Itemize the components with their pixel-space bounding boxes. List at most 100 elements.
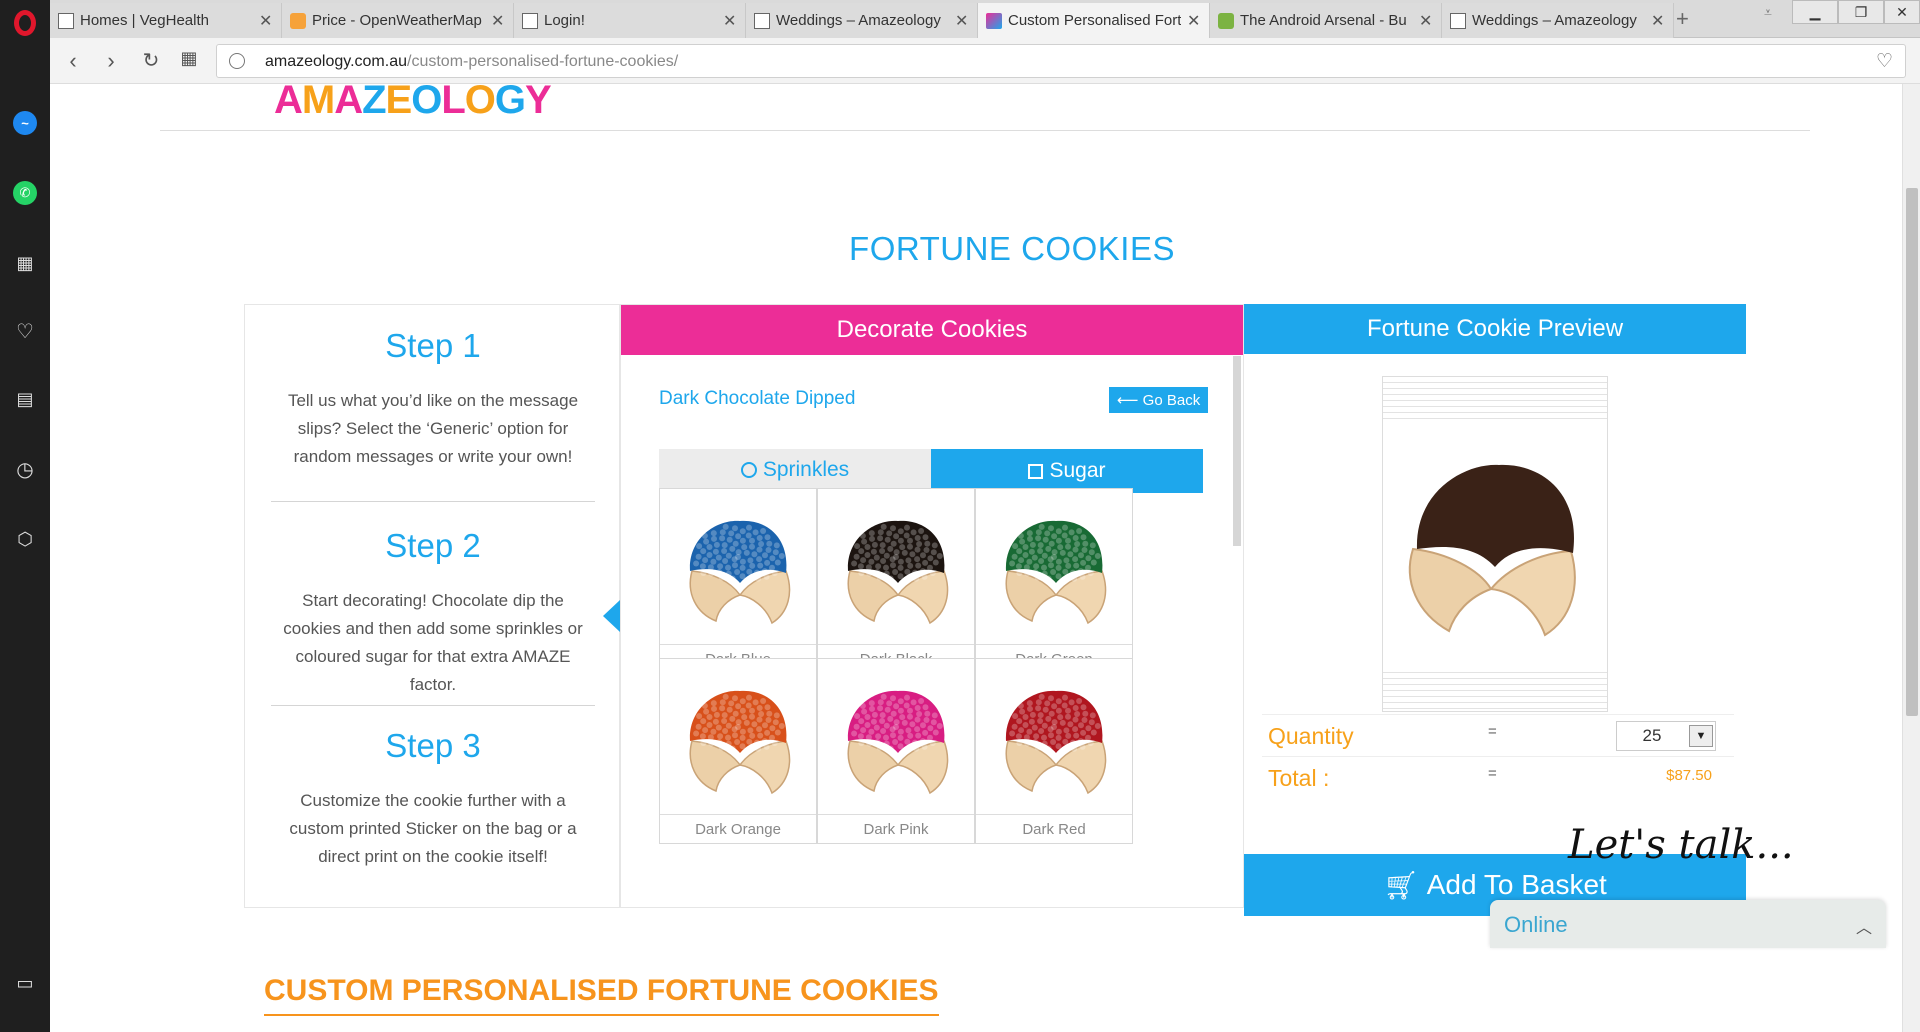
step-divider bbox=[271, 705, 595, 706]
checkbox-square-icon bbox=[1028, 463, 1044, 479]
cookie-option-card[interactable]: Dark Orange bbox=[659, 658, 817, 844]
total-label: Total : bbox=[1268, 765, 1330, 791]
cookie-image bbox=[818, 489, 974, 645]
opera-logo-icon[interactable] bbox=[12, 10, 38, 36]
cookie-option-label: Dark Red bbox=[1022, 820, 1086, 838]
scrollbar-thumb[interactable] bbox=[1906, 188, 1918, 716]
tab-sprinkles[interactable]: Sprinkles bbox=[659, 449, 931, 493]
chat-widget[interactable]: Online ︿ bbox=[1490, 900, 1886, 948]
quantity-label: Quantity bbox=[1268, 723, 1354, 749]
amazeology-logo[interactable]: AMAZEOLOGY bbox=[274, 84, 552, 123]
speed-dial-icon[interactable]: ▦ bbox=[12, 250, 38, 276]
tab-title: Custom Personalised Fortune Cookies bbox=[1008, 12, 1181, 29]
tab-grid-icon[interactable]: ▦ bbox=[176, 48, 202, 69]
sprinkle-cookie-icon bbox=[1005, 690, 1107, 794]
tab-label: Sugar bbox=[1049, 459, 1106, 482]
opera-sidebar: ~ ✆ ▦ ♡ ▤ ◷ ⬡ ▭ bbox=[0, 0, 50, 1032]
bookmark-heart-icon[interactable]: ♡ bbox=[1876, 50, 1893, 73]
close-icon[interactable]: ✕ bbox=[955, 11, 969, 31]
close-icon[interactable]: ✕ bbox=[1419, 11, 1433, 31]
step-text: Tell us what you’d like on the message s… bbox=[287, 391, 579, 466]
sprinkle-cookie-icon bbox=[689, 520, 791, 624]
url-text: amazeology.com.au/custom-personalised-fo… bbox=[265, 53, 679, 70]
close-icon[interactable]: ✕ bbox=[1187, 11, 1201, 31]
tab-bar: Homes | VegHealth ✕ Price - OpenWeatherM… bbox=[50, 0, 1920, 38]
preview-header: Fortune Cookie Preview bbox=[1244, 304, 1746, 354]
cookie-option-card[interactable]: Dark Red bbox=[975, 658, 1133, 844]
cookie-image bbox=[660, 659, 816, 815]
minimize-icon[interactable]: ▁ bbox=[1792, 0, 1838, 24]
close-icon[interactable]: ✕ bbox=[259, 11, 273, 31]
decoration-type-tabs: Sprinkles Sugar bbox=[659, 449, 1203, 493]
step-2: Step 2 Start decorating! Chocolate dip t… bbox=[271, 527, 595, 699]
chat-status: Online bbox=[1504, 912, 1568, 937]
cookie-option-card[interactable]: Dark Blue bbox=[659, 488, 817, 674]
cookie-option-label: Dark Pink bbox=[863, 820, 929, 838]
bag-bottom-stripes bbox=[1383, 667, 1607, 711]
step-title: Step 2 bbox=[385, 527, 481, 564]
url-field[interactable]: amazeology.com.au/custom-personalised-fo… bbox=[216, 44, 1906, 78]
logo-letter: M bbox=[301, 84, 335, 122]
step-3: Step 3 Customize the cookie further with… bbox=[271, 727, 595, 871]
tab-label: Sprinkles bbox=[762, 458, 850, 481]
window-close-icon[interactable]: ✕ bbox=[1884, 0, 1920, 24]
cookie-image bbox=[976, 659, 1132, 815]
sprinkle-cookie-icon bbox=[847, 520, 949, 624]
step-1: Step 1 Tell us what you’d like on the me… bbox=[271, 327, 595, 471]
decorate-panel: Decorate Cookies Dark Chocolate Dipped ⟵… bbox=[620, 304, 1244, 908]
cookie-image bbox=[660, 489, 816, 645]
page-title: FORTUNE COOKIES bbox=[849, 230, 1175, 267]
chat-prompt[interactable]: Let's talk... bbox=[1568, 822, 1794, 868]
tab-menu-icon[interactable]: ⩡ bbox=[1754, 0, 1782, 24]
forward-arrow-icon[interactable]: › bbox=[98, 48, 124, 74]
logo-letter: A bbox=[274, 84, 303, 122]
logo-letter: L bbox=[441, 84, 465, 122]
history-clock-icon[interactable]: ◷ bbox=[12, 456, 38, 482]
extensions-cube-icon[interactable]: ⬡ bbox=[12, 526, 38, 552]
sprinkle-cookie-icon bbox=[1005, 520, 1107, 624]
cookie-bag-preview bbox=[1382, 376, 1608, 712]
logo-letter: E bbox=[385, 84, 413, 122]
total-price: $87.50 bbox=[1666, 767, 1712, 784]
tab-fortune-cookies[interactable]: Custom Personalised Fortune Cookies ✕ bbox=[978, 3, 1210, 38]
tab-login[interactable]: Login! ✕ bbox=[514, 3, 746, 38]
cookie-image bbox=[818, 659, 974, 815]
close-icon[interactable]: ✕ bbox=[491, 11, 505, 31]
sidebar-toggle-icon[interactable]: ▭ bbox=[12, 970, 38, 996]
steps-panel: Step 1 Tell us what you’d like on the me… bbox=[244, 304, 620, 908]
tab-veghealth[interactable]: Homes | VegHealth ✕ bbox=[50, 3, 282, 38]
restore-icon[interactable]: ❐ bbox=[1838, 0, 1884, 24]
cookie-option-card[interactable]: Dark Black bbox=[817, 488, 975, 674]
globe-icon bbox=[229, 53, 245, 69]
quantity-value: 25 bbox=[1642, 726, 1662, 745]
cookie-option-card[interactable]: Dark Pink bbox=[817, 658, 975, 844]
tab-android-arsenal[interactable]: The Android Arsenal - Bu ✕ bbox=[1210, 3, 1442, 38]
news-icon[interactable]: ▤ bbox=[12, 386, 38, 412]
close-icon[interactable]: ✕ bbox=[1651, 11, 1665, 31]
quantity-select[interactable]: 25 ▼ bbox=[1616, 721, 1716, 751]
logo-letter: O bbox=[464, 84, 496, 122]
chevron-down-icon[interactable]: ▼ bbox=[1689, 725, 1713, 747]
tab-weddings[interactable]: Weddings – Amazeology ✕ bbox=[746, 3, 978, 38]
page-scrollbar[interactable] bbox=[1902, 84, 1920, 1032]
tab-openweathermap[interactable]: Price - OpenWeatherMap ✕ bbox=[282, 3, 514, 38]
tab-title: Login! bbox=[544, 12, 585, 29]
close-icon[interactable]: ✕ bbox=[723, 11, 737, 31]
bookmarks-heart-icon[interactable]: ♡ bbox=[12, 318, 38, 344]
messenger-icon[interactable]: ~ bbox=[12, 110, 38, 136]
cookie-option-label: Dark Orange bbox=[695, 820, 781, 838]
back-arrow-icon[interactable]: ‹ bbox=[60, 48, 86, 74]
bag-top-stripes bbox=[1383, 377, 1607, 421]
total-row: Total : = $87.50 bbox=[1262, 756, 1734, 798]
panel-scrollbar[interactable] bbox=[1233, 356, 1241, 546]
preview-cookie-icon bbox=[1408, 464, 1576, 637]
chevron-up-icon[interactable]: ︿ bbox=[1856, 914, 1872, 938]
new-tab-button[interactable]: + bbox=[1676, 6, 1689, 32]
tab-sugar[interactable]: Sugar bbox=[931, 449, 1203, 493]
equals-sign: = bbox=[1488, 723, 1497, 740]
tab-weddings-2[interactable]: Weddings – Amazeology ✕ bbox=[1442, 3, 1674, 38]
go-back-button[interactable]: ⟵ Go Back bbox=[1109, 387, 1209, 413]
cookie-option-card[interactable]: Dark Green bbox=[975, 488, 1133, 674]
reload-icon[interactable]: ↻ bbox=[138, 48, 164, 73]
whatsapp-icon[interactable]: ✆ bbox=[12, 180, 38, 206]
